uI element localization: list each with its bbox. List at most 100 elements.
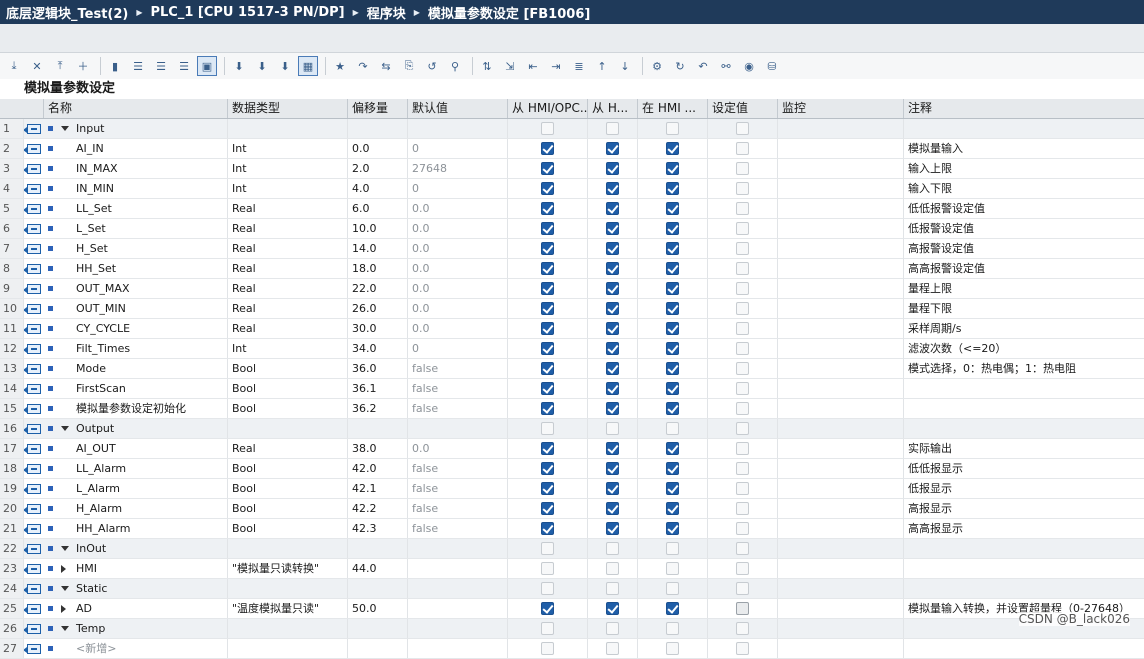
name-cell[interactable]: HMI [44, 559, 228, 578]
comment-cell[interactable] [904, 119, 1144, 138]
header-datatype[interactable]: 数据类型 [228, 99, 348, 118]
table-row[interactable]: 20 H_Alarm Bool 42.2 false 高报显示 [0, 499, 1144, 519]
table-row[interactable]: 19 L_Alarm Bool 42.1 false 低报显示 [0, 479, 1144, 499]
default-value-cell[interactable]: 0.0 [408, 299, 508, 318]
comment-cell[interactable] [904, 539, 1144, 558]
name-cell[interactable]: Temp [44, 619, 228, 638]
writable-from-hmi-checkbox[interactable] [606, 482, 619, 495]
datatype-cell[interactable]: Real [228, 279, 348, 298]
visible-in-hmi-checkbox[interactable] [666, 582, 679, 595]
comment-cell[interactable]: 实际输出 [904, 439, 1144, 458]
default-value-cell[interactable] [408, 639, 508, 658]
datatype-cell[interactable]: Bool [228, 399, 348, 418]
comment-view-icon[interactable]: ▣ [197, 56, 217, 76]
table-row[interactable]: 15 模拟量参数设定初始化 Bool 36.2 false [0, 399, 1144, 419]
visible-in-hmi-checkbox[interactable] [666, 562, 679, 575]
default-value-cell[interactable]: 0.0 [408, 319, 508, 338]
datatype-cell[interactable]: Int [228, 159, 348, 178]
visible-in-hmi-checkbox[interactable] [666, 122, 679, 135]
default-value-cell[interactable]: false [408, 519, 508, 538]
setpoint-checkbox[interactable] [736, 462, 749, 475]
collapse-arrow-icon[interactable] [61, 546, 69, 551]
datatype-cell[interactable]: Bool [228, 379, 348, 398]
writable-from-hmi-checkbox[interactable] [606, 382, 619, 395]
accessible-from-hmi-checkbox[interactable] [541, 482, 554, 495]
name-cell[interactable]: <新增> [44, 639, 228, 658]
name-cell[interactable]: Output [44, 419, 228, 438]
name-cell[interactable]: OUT_MIN [44, 299, 228, 318]
filter-icon[interactable]: ⚲ [445, 56, 465, 76]
writable-from-hmi-checkbox[interactable] [606, 222, 619, 235]
header-visible-in-hmi[interactable]: 在 HMI ... [638, 99, 708, 118]
name-cell[interactable]: IN_MIN [44, 179, 228, 198]
visible-in-hmi-checkbox[interactable] [666, 602, 679, 615]
goto-icon[interactable]: ↷ [353, 56, 373, 76]
writable-from-hmi-checkbox[interactable] [606, 642, 619, 655]
setpoint-checkbox[interactable] [736, 262, 749, 275]
accessible-from-hmi-checkbox[interactable] [541, 322, 554, 335]
table-row[interactable]: 13 Mode Bool 36.0 false 模式选择，0：热电偶；1：热电阻 [0, 359, 1144, 379]
default-value-cell[interactable]: false [408, 379, 508, 398]
accessible-from-hmi-checkbox[interactable] [541, 362, 554, 375]
visible-in-hmi-checkbox[interactable] [666, 202, 679, 215]
name-cell[interactable]: AI_IN [44, 139, 228, 158]
setpoint-checkbox[interactable] [736, 242, 749, 255]
accessible-from-hmi-checkbox[interactable] [541, 642, 554, 655]
default-value-cell[interactable]: 0.0 [408, 259, 508, 278]
accessible-from-hmi-checkbox[interactable] [541, 402, 554, 415]
comment-cell[interactable]: 高高报显示 [904, 519, 1144, 538]
accessible-from-hmi-checkbox[interactable] [541, 462, 554, 475]
setpoint-checkbox[interactable] [736, 542, 749, 555]
comment-cell[interactable]: 量程上限 [904, 279, 1144, 298]
visible-in-hmi-checkbox[interactable] [666, 242, 679, 255]
setpoint-checkbox[interactable] [736, 382, 749, 395]
accessible-from-hmi-checkbox[interactable] [541, 142, 554, 155]
comment-cell[interactable]: 采样周期/s [904, 319, 1144, 338]
comment-cell[interactable]: 低低报警设定值 [904, 199, 1144, 218]
datatype-cell[interactable] [228, 539, 348, 558]
table-row[interactable]: 9 OUT_MAX Real 22.0 0.0 量程上限 [0, 279, 1144, 299]
setpoint-checkbox[interactable] [736, 622, 749, 635]
header-default[interactable]: 默认值 [408, 99, 508, 118]
default-value-cell[interactable] [408, 419, 508, 438]
setpoint-checkbox[interactable] [736, 142, 749, 155]
setpoint-checkbox[interactable] [736, 202, 749, 215]
section-row[interactable]: 26 Temp [0, 619, 1144, 639]
name-cell[interactable]: CY_CYCLE [44, 319, 228, 338]
datatype-cell[interactable]: Int [228, 139, 348, 158]
name-cell[interactable]: 模拟量参数设定初始化 [44, 399, 228, 418]
accessible-from-hmi-checkbox[interactable] [541, 442, 554, 455]
name-cell[interactable]: LL_Set [44, 199, 228, 218]
writable-from-hmi-checkbox[interactable] [606, 622, 619, 635]
table-row[interactable]: 11 CY_CYCLE Real 30.0 0.0 采样周期/s [0, 319, 1144, 339]
datatype-cell[interactable]: Bool [228, 499, 348, 518]
section-row[interactable]: 1 Input [0, 119, 1144, 139]
accessible-from-hmi-checkbox[interactable] [541, 422, 554, 435]
name-cell[interactable]: Input [44, 119, 228, 138]
name-cell[interactable]: HH_Alarm [44, 519, 228, 538]
visible-in-hmi-checkbox[interactable] [666, 502, 679, 515]
collapse-arrow-icon[interactable] [61, 126, 69, 131]
visible-in-hmi-checkbox[interactable] [666, 442, 679, 455]
breadcrumb-project[interactable]: 底层逻辑块_Test(2) [6, 3, 128, 22]
default-value-cell[interactable] [408, 599, 508, 618]
writable-from-hmi-checkbox[interactable] [606, 322, 619, 335]
name-cell[interactable]: Static [44, 579, 228, 598]
settings-icon[interactable]: ⚙ [647, 56, 667, 76]
accessible-from-hmi-checkbox[interactable] [541, 382, 554, 395]
setpoint-checkbox[interactable] [736, 582, 749, 595]
section-row[interactable]: 16 Output [0, 419, 1144, 439]
setpoint-checkbox[interactable] [736, 222, 749, 235]
visible-in-hmi-checkbox[interactable] [666, 362, 679, 375]
setpoint-checkbox[interactable] [736, 302, 749, 315]
comment-cell[interactable] [904, 419, 1144, 438]
accessible-from-hmi-checkbox[interactable] [541, 582, 554, 595]
default-value-cell[interactable]: false [408, 499, 508, 518]
writable-from-hmi-checkbox[interactable] [606, 402, 619, 415]
comment-cell[interactable] [904, 639, 1144, 658]
comment-cell[interactable] [904, 579, 1144, 598]
default-value-cell[interactable]: 0.0 [408, 199, 508, 218]
setpoint-checkbox[interactable] [736, 362, 749, 375]
setpoint-checkbox[interactable] [736, 602, 749, 615]
setpoint-checkbox[interactable] [736, 282, 749, 295]
